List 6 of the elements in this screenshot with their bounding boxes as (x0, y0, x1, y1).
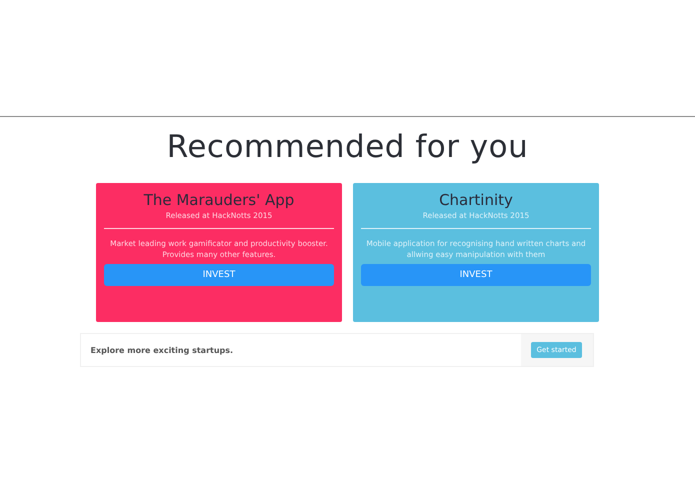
invest-button[interactable]: INVEST (104, 264, 334, 286)
invest-button[interactable]: INVEST (361, 264, 591, 286)
explore-text: Explore more exciting startups. (90, 346, 234, 354)
card-title: Chartinity (439, 191, 513, 209)
card-title: The Marauders' App (144, 191, 294, 209)
page-heading: Recommended for you (166, 128, 528, 167)
